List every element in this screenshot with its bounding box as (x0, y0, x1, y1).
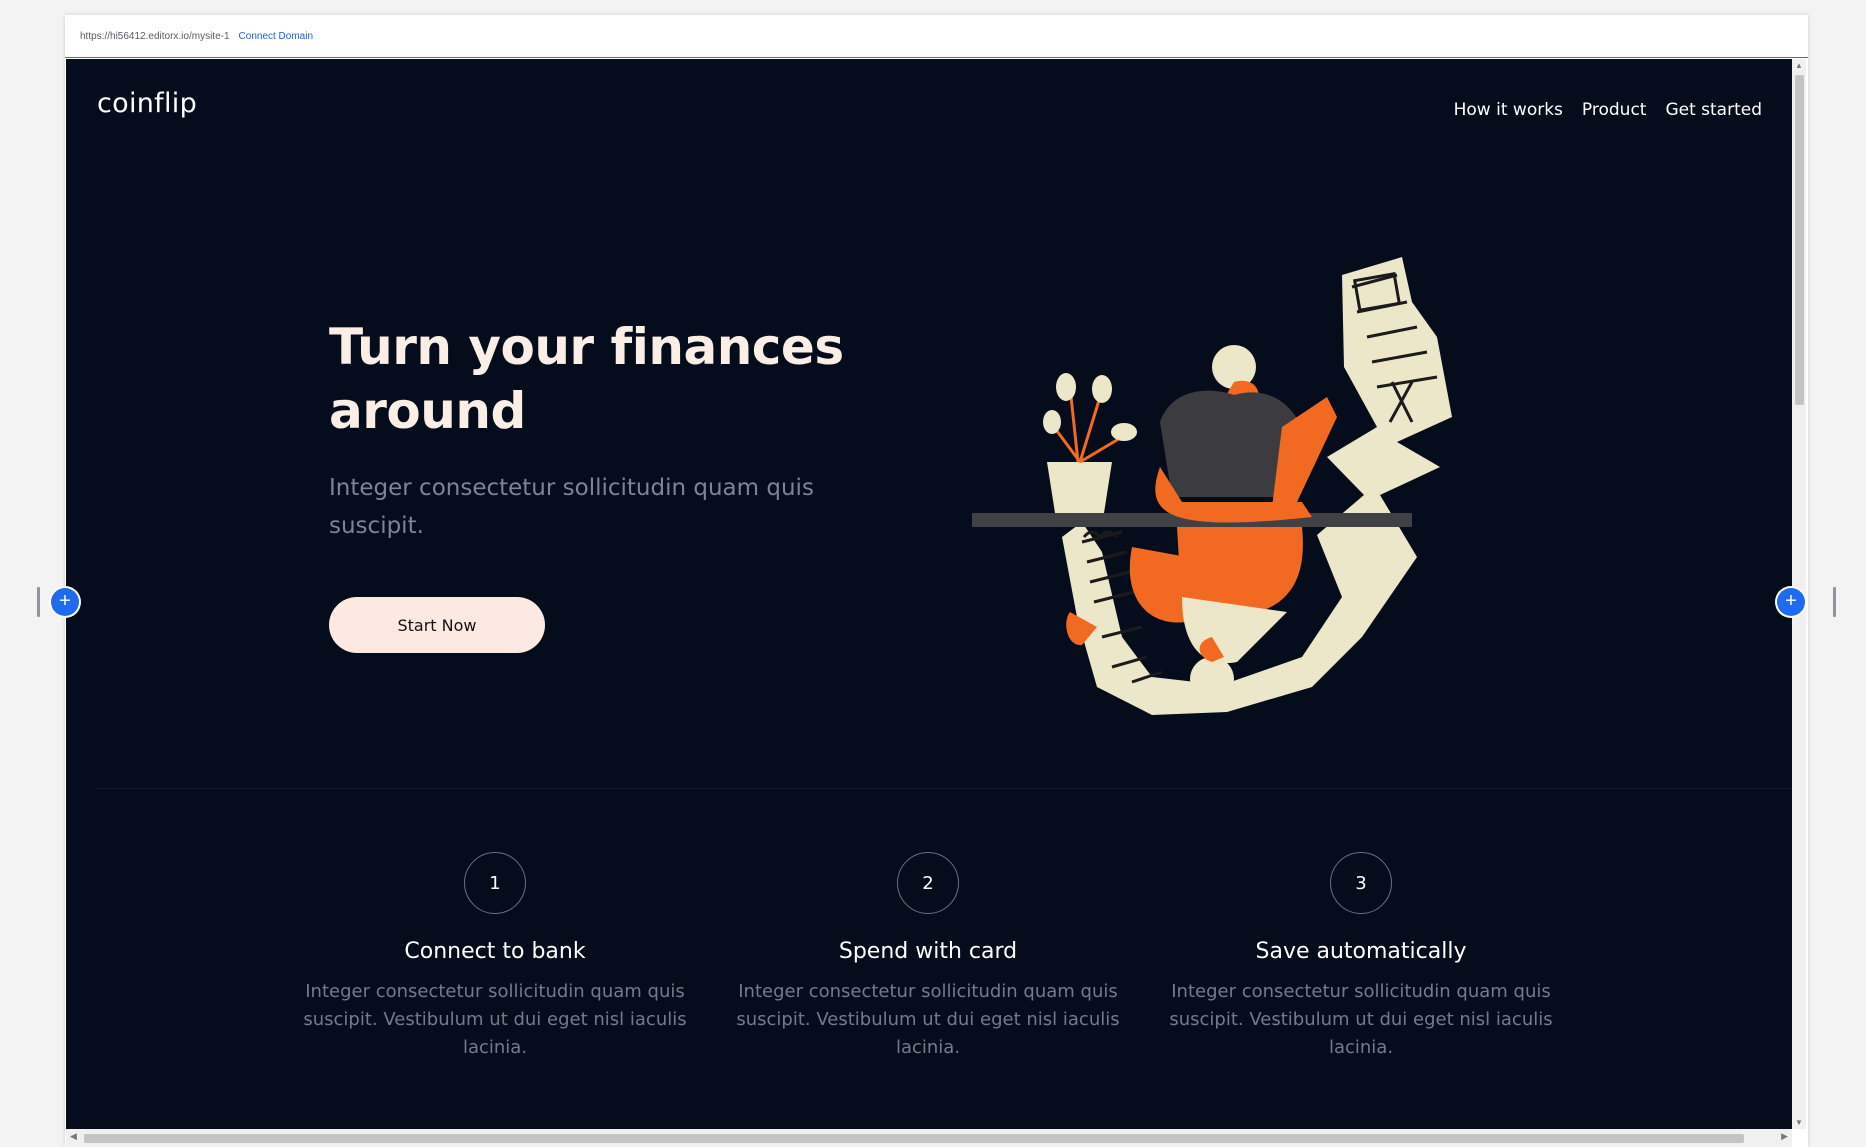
nav-product[interactable]: Product (1582, 100, 1647, 120)
hero-subtitle: Integer consectetur sollicitudin quam qu… (329, 475, 814, 539)
site-url: https://hi56412.editorx.io/mysite-1 (80, 30, 230, 42)
person-upper (1155, 345, 1337, 523)
step-save-automatically: 3 Save automatically Integer consectetur… (1161, 852, 1561, 1062)
section-divider (96, 788, 1792, 789)
step-title: Connect to bank (404, 939, 586, 964)
step-connect-to-bank: 1 Connect to bank Integer consectetur so… (295, 852, 695, 1062)
connect-domain-link[interactable]: Connect Domain (239, 31, 313, 42)
step-number-badge: 2 (897, 852, 959, 914)
nav-how-it-works[interactable]: How it works (1454, 100, 1563, 120)
hero-illustration (972, 257, 1452, 715)
scroll-up-icon[interactable]: ▲ (1794, 61, 1804, 70)
step-title: Save automatically (1255, 939, 1467, 964)
site-logo[interactable]: coinflip (97, 88, 197, 119)
start-now-button[interactable]: Start Now (329, 597, 545, 653)
vertical-scroll-thumb[interactable] (1795, 75, 1804, 405)
step-number-badge: 3 (1330, 852, 1392, 914)
site-nav: How it works Product Get started (1454, 100, 1762, 120)
step-spend-with-card: 2 Spend with card Integer consectetur so… (728, 852, 1128, 1062)
right-resize-handle[interactable] (1833, 587, 1836, 617)
plant-pot (1043, 373, 1137, 513)
nav-get-started[interactable]: Get started (1665, 100, 1762, 120)
scroll-right-icon[interactable]: ▶ (1781, 1131, 1788, 1142)
scroll-left-icon[interactable]: ◀ (70, 1131, 77, 1142)
add-section-left-plus-icon[interactable]: + (51, 588, 79, 616)
horizontal-scrollbar[interactable]: ◀ ▶ (66, 1129, 1792, 1147)
hero-title: Turn your finances around (329, 318, 844, 440)
scroll-down-icon[interactable]: ▼ (1794, 1118, 1804, 1127)
site-canvas: coinflip How it works Product Get starte… (66, 59, 1792, 1129)
editor-url-bar: https://hi56412.editorx.io/mysite-1 Conn… (65, 15, 1808, 58)
step-description: Integer consectetur sollicitudin quam qu… (303, 981, 687, 1058)
add-section-right-plus-icon[interactable]: + (1777, 588, 1805, 616)
step-number-badge: 1 (464, 852, 526, 914)
step-title: Spend with card (838, 939, 1018, 964)
step-description: Integer consectetur sollicitudin quam qu… (1169, 981, 1553, 1058)
horizontal-scroll-thumb[interactable] (84, 1134, 1744, 1143)
step-description: Integer consectetur sollicitudin quam qu… (736, 981, 1120, 1058)
left-resize-handle[interactable] (37, 587, 40, 617)
